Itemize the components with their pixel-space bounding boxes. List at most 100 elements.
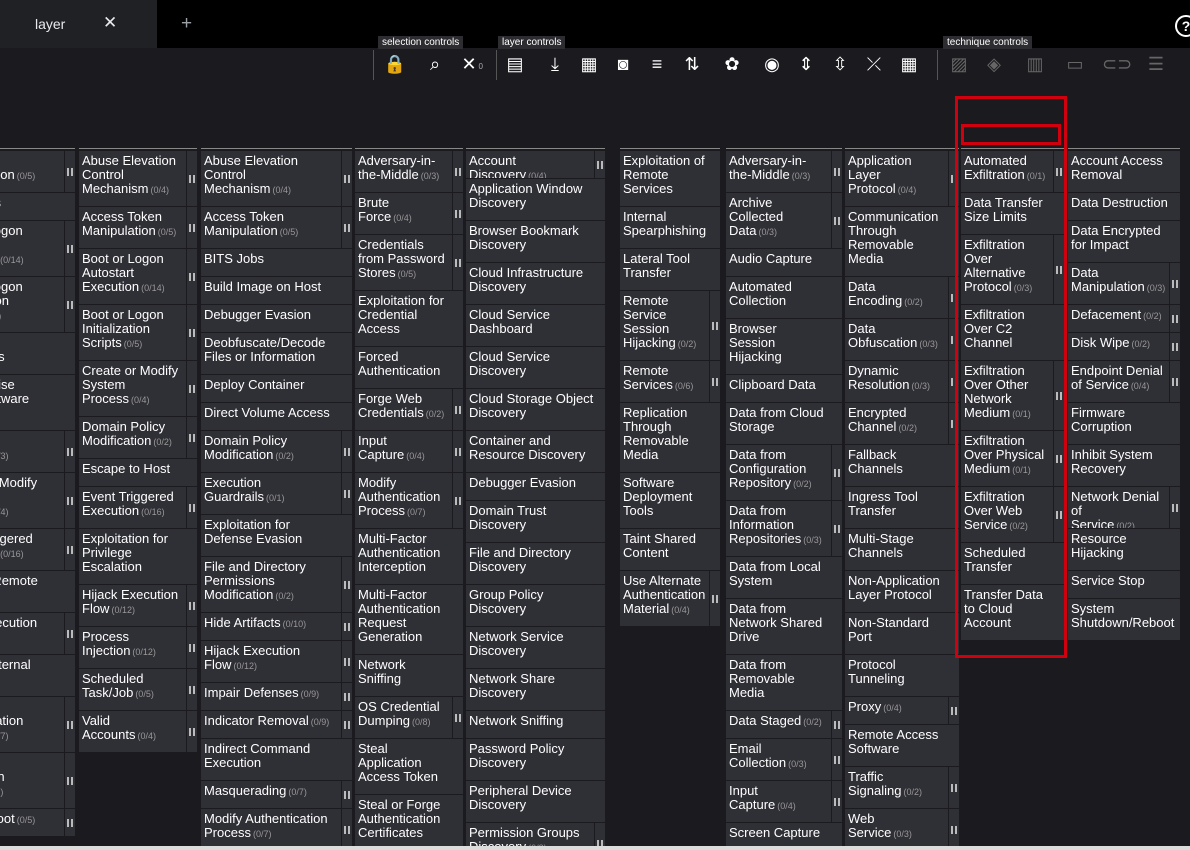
technique-cell[interactable]: Create or Modify System Process(0/4) bbox=[79, 361, 186, 417]
render-svg-icon[interactable]: ◙ bbox=[611, 51, 635, 77]
technique-cell[interactable]: Data from Local System bbox=[726, 557, 842, 599]
technique-cell[interactable]: Abuse Elevation Control Mechanism (0/4) bbox=[79, 151, 186, 207]
tactic-header[interactable] bbox=[1068, 94, 1180, 148]
technique-cell[interactable]: BITS Jobs bbox=[0, 193, 75, 221]
expand-subtechniques-handle[interactable] bbox=[65, 613, 75, 655]
expand-subtechniques-handle[interactable] bbox=[453, 235, 463, 291]
technique-cell[interactable]: Cloud Service Dashboard bbox=[466, 305, 605, 347]
color-setup-icon[interactable]: ✿ bbox=[720, 51, 744, 77]
technique-cell[interactable]: Exploitation for Defense Evasion bbox=[201, 515, 352, 557]
expand-subtechniques-handle[interactable] bbox=[65, 753, 75, 809]
technique-cell[interactable]: Browser Session Hijacking bbox=[726, 319, 842, 375]
expand-subtechniques-handle[interactable] bbox=[65, 151, 75, 193]
technique-cell[interactable]: Endpoint Denial of Service (0/4) bbox=[1068, 361, 1169, 403]
technique-cell[interactable]: Create Account(0/3) bbox=[0, 431, 64, 473]
technique-cell[interactable]: Fallback Channels bbox=[845, 445, 959, 487]
expand-subtechniques-handle[interactable] bbox=[453, 473, 463, 529]
expand-subtechniques-handle[interactable] bbox=[187, 417, 197, 459]
tactic-header[interactable] bbox=[79, 94, 197, 148]
expand-subtechniques-handle[interactable] bbox=[453, 151, 463, 193]
layer-tab[interactable]: layer ✕ bbox=[0, 0, 157, 48]
technique-cell[interactable]: Browser Extensions bbox=[0, 333, 75, 375]
technique-cell[interactable]: Account Discovery (0/4) bbox=[466, 151, 594, 179]
technique-cell[interactable]: Modify Authentication Process(0/7) bbox=[0, 697, 64, 753]
technique-cell[interactable]: Modify Authentication Process(0/7) bbox=[355, 473, 452, 529]
technique-cell[interactable]: Data from Configuration Repository (0/2) bbox=[726, 445, 831, 501]
sort-icon[interactable]: ⇅ bbox=[680, 51, 704, 77]
technique-cell[interactable]: Data from Cloud Storage bbox=[726, 403, 842, 445]
technique-cell[interactable]: Valid Accounts (0/4) bbox=[79, 711, 186, 753]
expand-subtechniques-handle[interactable] bbox=[187, 207, 197, 249]
technique-cell[interactable]: Peripheral Device Discovery bbox=[466, 781, 605, 823]
expand-subtechniques-handle[interactable] bbox=[342, 711, 352, 739]
technique-cell[interactable]: Hijack Execution Flow(0/12) bbox=[0, 613, 64, 655]
technique-cell[interactable]: Implant Internal Image bbox=[0, 655, 75, 697]
technique-cell[interactable]: Data Obfuscation (0/3) bbox=[845, 319, 948, 361]
technique-cell[interactable]: Adversary-in- the-Middle (0/3) bbox=[726, 151, 831, 193]
expand-subtechniques-handle[interactable] bbox=[832, 501, 842, 557]
technique-cell[interactable]: Cloud Storage Object Discovery bbox=[466, 389, 605, 431]
technique-cell[interactable]: Data from Network Shared Drive bbox=[726, 599, 842, 655]
expand-subtechniques-handle[interactable] bbox=[949, 809, 959, 850]
technique-cell[interactable]: System Shutdown/Reboot bbox=[1068, 599, 1180, 641]
technique-cell[interactable]: Boot or Logon Initialization Scripts(0/5… bbox=[79, 305, 186, 361]
technique-cell[interactable]: Use Alternate Authentication Material (0/… bbox=[620, 571, 709, 627]
expand-annotated-icon[interactable]: ⇳ bbox=[828, 51, 852, 77]
expand-subtechniques-handle[interactable] bbox=[832, 151, 842, 193]
technique-cell[interactable]: Abuse Elevation Control Mechanism (0/4) bbox=[201, 151, 341, 207]
technique-cell[interactable]: Inhibit System Recovery bbox=[1068, 445, 1180, 487]
collapse-subtechniques-icon[interactable]: ⤫ bbox=[862, 51, 886, 77]
new-tab-icon[interactable]: + bbox=[181, 13, 192, 35]
expand-subtechniques-handle[interactable] bbox=[832, 711, 842, 739]
technique-cell[interactable]: Internal Spearphishing bbox=[620, 207, 720, 249]
background-color-icon[interactable]: ◈ bbox=[982, 51, 1006, 77]
technique-cell[interactable]: Credentials from Password Stores (0/5) bbox=[355, 235, 452, 291]
expand-subtechniques-handle[interactable] bbox=[1170, 361, 1180, 403]
technique-cell[interactable]: Steal or Forge Authentication Certificat… bbox=[355, 795, 463, 850]
expand-subtechniques-handle[interactable] bbox=[342, 683, 352, 711]
technique-cell[interactable]: Automated Collection bbox=[726, 277, 842, 319]
technique-cell[interactable]: Data Staged (0/2) bbox=[726, 711, 831, 739]
deselect-icon[interactable]: ✕ 0 bbox=[457, 51, 483, 77]
technique-cell[interactable]: Encrypted Channel (0/2) bbox=[845, 403, 948, 445]
technique-cell[interactable]: Multi-Stage Channels bbox=[845, 529, 959, 571]
technique-cell[interactable]: Boot or Logon Initialization Scripts(0/5… bbox=[0, 277, 64, 333]
technique-cell[interactable]: Forced Authentication bbox=[355, 347, 463, 389]
expand-subtechniques-handle[interactable] bbox=[453, 697, 463, 739]
comment-icon[interactable]: ▭ bbox=[1063, 51, 1087, 77]
technique-cell[interactable]: Data Encrypted for Impact bbox=[1068, 221, 1180, 263]
expand-subtechniques-handle[interactable] bbox=[187, 627, 197, 669]
tab-close-icon[interactable]: ✕ bbox=[103, 13, 117, 33]
expand-subtechniques-handle[interactable] bbox=[342, 473, 352, 515]
technique-cell[interactable]: Brute Force (0/4) bbox=[355, 193, 452, 235]
technique-cell[interactable]: Escape to Host bbox=[79, 459, 197, 487]
tactic-header[interactable] bbox=[726, 94, 842, 148]
expand-subtechniques-handle[interactable] bbox=[1170, 333, 1180, 361]
expand-subtechniques-handle[interactable] bbox=[187, 305, 197, 361]
technique-cell[interactable]: Web Service (0/3) bbox=[845, 809, 948, 850]
technique-cell[interactable]: File and Directory Permissions Modificat… bbox=[201, 557, 341, 613]
expand-subtechniques-handle[interactable] bbox=[187, 487, 197, 529]
expand-subtechniques-handle[interactable] bbox=[1170, 263, 1180, 305]
expand-subtechniques-handle[interactable] bbox=[949, 767, 959, 809]
link-icon[interactable]: ⊂⊃ bbox=[1102, 51, 1132, 77]
technique-cell[interactable]: Steal Application Access Token bbox=[355, 739, 463, 795]
technique-cell[interactable]: Remote Access Software bbox=[845, 725, 959, 767]
technique-cell[interactable]: Account Access Removal bbox=[1068, 151, 1180, 193]
expand-subtechniques-handle[interactable] bbox=[65, 697, 75, 753]
technique-cell[interactable]: Hide Artifacts (0/10) bbox=[201, 613, 341, 641]
technique-cell[interactable]: Exploitation for Credential Access bbox=[355, 291, 463, 347]
technique-cell[interactable]: Container and Resource Discovery bbox=[466, 431, 605, 473]
technique-cell[interactable]: Create or Modify System Process(0/4) bbox=[0, 473, 64, 529]
expand-subtechniques-handle[interactable] bbox=[710, 291, 720, 361]
layer-info-icon[interactable]: ▤ bbox=[503, 51, 527, 77]
horizontal-scrollbar[interactable] bbox=[0, 846, 1190, 850]
expand-subtechniques-handle[interactable] bbox=[710, 361, 720, 403]
technique-cell[interactable]: Proxy (0/4) bbox=[845, 697, 948, 725]
technique-cell[interactable]: Replication Through Removable Media bbox=[620, 403, 720, 473]
technique-cell[interactable]: Network Share Discovery bbox=[466, 669, 605, 711]
technique-cell[interactable]: Event Triggered Execution(0/16) bbox=[0, 529, 64, 571]
technique-cell[interactable]: OS Credential Dumping (0/8) bbox=[355, 697, 452, 739]
technique-cell[interactable]: Data Encoding (0/2) bbox=[845, 277, 948, 319]
technique-cell[interactable]: Cloud Infrastructure Discovery bbox=[466, 263, 605, 305]
